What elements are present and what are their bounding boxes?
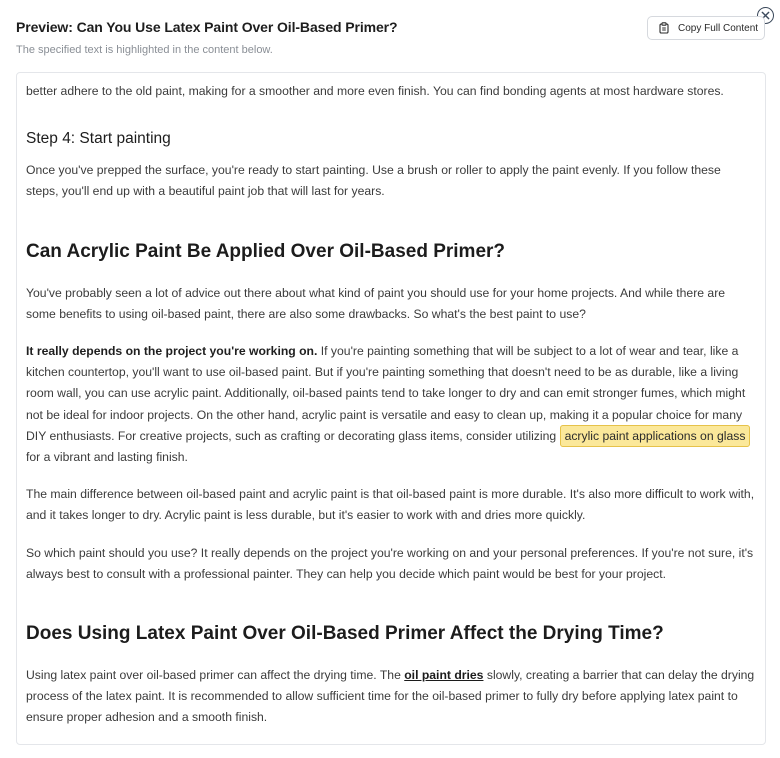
oil-paint-dries-link[interactable]: oil paint dries [404, 668, 483, 682]
paragraph: You've probably seen a lot of advice out… [26, 285, 726, 321]
drying-time-heading: Does Using Latex Paint Over Oil-Based Pr… [26, 623, 664, 645]
copy-button-label: Copy Full Content [678, 22, 759, 34]
paragraph-text: for a vibrant and lasting finish. [26, 450, 188, 465]
step4-heading: Step 4: Start painting [26, 130, 171, 148]
highlighted-text: acrylic paint applications on glass [559, 424, 751, 447]
paragraph: better adhere to the old paint, making f… [26, 84, 724, 98]
bold-lead: It really depends on the project you're … [26, 344, 318, 359]
copy-full-content-button[interactable]: Copy Full Content [647, 16, 765, 40]
paragraph: Using latex paint over oil-based primer … [26, 665, 756, 729]
paragraph-text: Using latex paint over oil-based primer … [26, 668, 405, 683]
paragraph: The main difference between oil-based pa… [26, 487, 755, 523]
paragraph: It really depends on the project you're … [26, 341, 756, 468]
clipboard-icon [659, 22, 669, 34]
modal-subtitle: The specified text is highlighted in the… [16, 44, 273, 56]
acrylic-heading: Can Acrylic Paint Be Applied Over Oil-Ba… [26, 240, 506, 262]
content-scroll-area[interactable]: better adhere to the old paint, making f… [16, 72, 766, 745]
modal-title: Preview: Can You Use Latex Paint Over Oi… [16, 19, 398, 35]
paragraph: Once you've prepped the surface, you're … [26, 163, 721, 199]
paragraph: So which paint should you use? It really… [26, 545, 754, 581]
preview-modal: Preview: Can You Use Latex Paint Over Oi… [0, 0, 780, 758]
